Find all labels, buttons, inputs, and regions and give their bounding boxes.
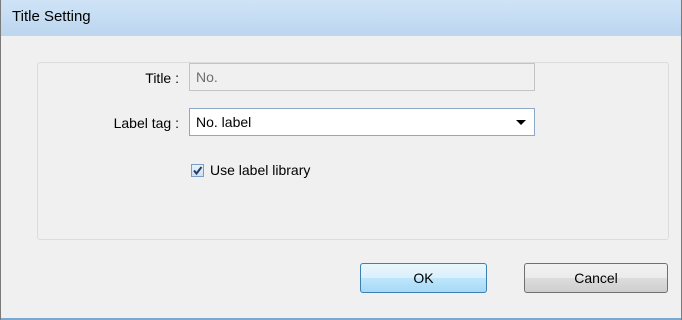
use-label-library-label[interactable]: Use label library (210, 162, 310, 178)
chevron-down-icon[interactable] (516, 120, 526, 125)
title-label: Title : (145, 70, 179, 86)
title-bar[interactable]: Title Setting (1, 0, 681, 37)
ok-button[interactable]: OK (360, 263, 487, 293)
window-title: Title Setting (12, 8, 91, 25)
title-field-value: No. (196, 69, 218, 85)
label-tag-label: Label tag : (113, 115, 179, 131)
title-field: No. (189, 63, 535, 91)
cancel-button[interactable]: Cancel (524, 263, 668, 293)
label-tag-select[interactable]: No. label (189, 108, 535, 136)
label-tag-value: No. label (196, 114, 252, 130)
checkmark-icon (193, 166, 203, 176)
title-setting-dialog: Title Setting Title : No. Label tag : No… (0, 0, 682, 320)
use-label-library-checkbox[interactable] (191, 164, 204, 177)
